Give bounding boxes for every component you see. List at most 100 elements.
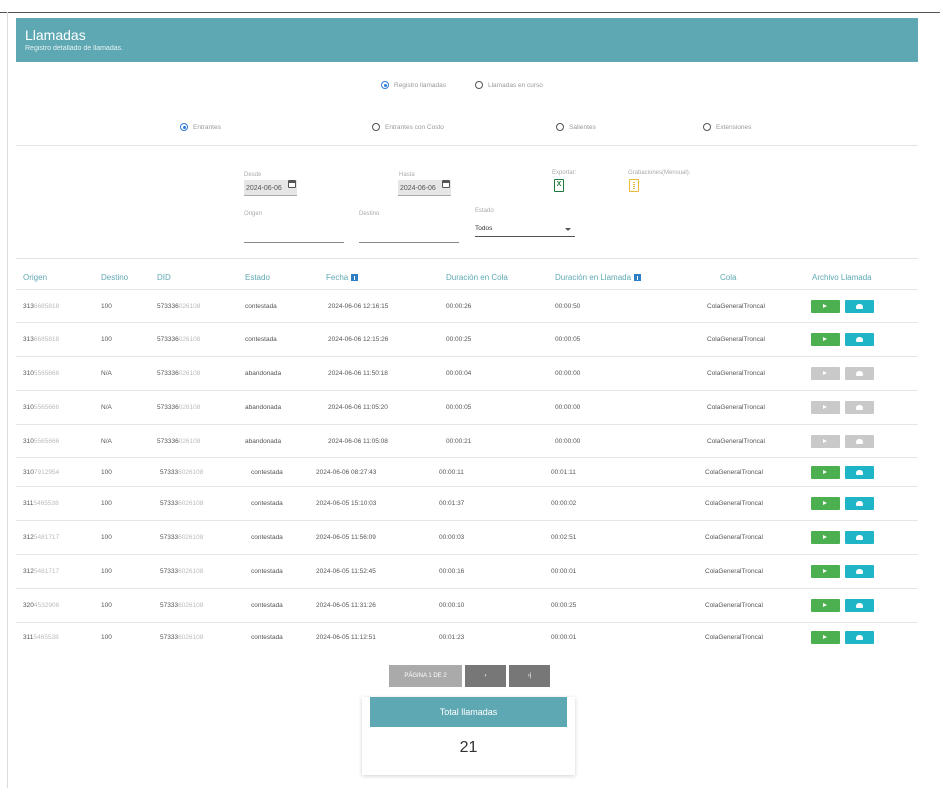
column-header-origen[interactable]: Origen [23, 273, 47, 282]
total-calls-label: Total llamadas [370, 697, 567, 727]
column-header-destino[interactable]: Destino [101, 273, 128, 282]
cell-did: 573336026108 [160, 602, 203, 609]
play-recording-button[interactable] [811, 333, 840, 346]
download-recording-button[interactable] [845, 367, 874, 380]
cell-cola: ColaGeneralTroncal [705, 634, 763, 641]
page-title: Llamadas [25, 27, 86, 43]
play-recording-button[interactable] [811, 531, 840, 544]
play-recording-button[interactable] [811, 599, 840, 612]
table-row: 3115465538 100 573336026108 contestada 2024-… [16, 622, 918, 652]
play-recording-button[interactable] [811, 631, 840, 644]
zip-download-icon[interactable] [629, 179, 639, 192]
cell-duracion-cola: 00:01:23 [439, 634, 465, 641]
did-suffix: 6026108 [178, 500, 204, 507]
column-header-did[interactable]: DID [157, 273, 171, 282]
column-header-duracion-llamada[interactable]: Duración en Llamada [555, 273, 642, 282]
info-icon[interactable] [351, 274, 359, 281]
cell-destino: 100 [101, 602, 112, 609]
origen-prefix: 310 [23, 370, 34, 377]
play-recording-button[interactable] [811, 435, 840, 448]
cell-estado: contestada [245, 303, 277, 310]
cell-duracion-cola: 00:00:16 [439, 568, 465, 575]
download-recording-button[interactable] [845, 599, 874, 612]
column-header-archivo-llamada[interactable]: Archivo Llamada [812, 273, 872, 282]
estado-selected-value: Todos [475, 225, 493, 232]
did-suffix: 026108 [178, 336, 201, 343]
cell-cola: ColaGeneralTroncal [705, 469, 763, 476]
download-recording-button[interactable] [845, 631, 874, 644]
origen-suffix: 4532906 [33, 602, 60, 609]
download-recording-button[interactable] [845, 466, 874, 479]
radio-registro-llamadas[interactable]: Registro llamadas [381, 81, 446, 89]
last-page-button[interactable]: ›| [509, 665, 550, 687]
origen-prefix: 311 [23, 500, 34, 507]
cell-duracion-cola: 00:00:10 [439, 602, 465, 609]
destino-input[interactable] [359, 242, 459, 243]
cell-duracion-llamada: 00:00:25 [551, 602, 577, 609]
cell-origen: 3125481717 [23, 568, 59, 575]
total-calls-card: Total llamadas 21 [362, 697, 575, 775]
info-icon[interactable] [634, 274, 642, 281]
radio-label: Llamadas en curso [488, 81, 543, 89]
cell-did: 573336026108 [160, 568, 203, 575]
origen-input[interactable] [244, 242, 344, 243]
radio-unchecked-icon [475, 81, 483, 89]
hasta-label: Hasta [399, 172, 415, 178]
radio-unchecked-icon [372, 123, 380, 131]
cell-estado: contestada [251, 534, 283, 541]
radio-entrantes[interactable]: Entrantes [180, 123, 221, 131]
calendar-icon[interactable] [442, 180, 450, 188]
column-header-duracion-cola[interactable]: Duración en Cola [446, 273, 508, 282]
cell-fecha: 2024-06-05 15:10:03 [316, 500, 377, 507]
cell-duracion-llamada: 00:00:05 [555, 336, 581, 343]
next-page-button[interactable]: › [465, 665, 506, 687]
cell-origen: 3136685818 [23, 336, 59, 343]
play-recording-button[interactable] [811, 497, 840, 510]
cell-fecha: 2024-06-06 12:16:15 [328, 303, 389, 310]
download-recording-button[interactable] [845, 531, 874, 544]
cell-fecha: 2024-06-05 11:52:45 [316, 568, 376, 575]
cell-duracion-llamada: 00:01:11 [551, 469, 576, 476]
cell-estado: contestada [245, 336, 277, 343]
download-recording-button[interactable] [845, 300, 874, 313]
total-calls-value: 21 [459, 739, 478, 756]
calendar-icon[interactable] [288, 180, 296, 188]
play-recording-button[interactable] [811, 401, 840, 414]
radio-entrantes-con-costo[interactable]: Entrantes con Costo [372, 123, 444, 131]
play-recording-button[interactable] [811, 565, 840, 578]
download-recording-button[interactable] [845, 565, 874, 578]
cell-origen: 3136685818 [23, 303, 59, 310]
radio-llamadas-en-curso[interactable]: Llamadas en curso [475, 81, 543, 89]
origen-prefix: 310 [23, 404, 34, 411]
excel-export-icon[interactable]: X [554, 179, 564, 192]
radio-extensiones[interactable]: Extensiones [703, 123, 751, 131]
cell-duracion-llamada: 00:00:00 [555, 438, 581, 445]
play-recording-button[interactable] [811, 300, 840, 313]
cell-fecha: 2024-06-05 11:56:09 [316, 534, 376, 541]
download-recording-button[interactable] [845, 333, 874, 346]
download-recording-button[interactable] [845, 435, 874, 448]
download-recording-button[interactable] [845, 497, 874, 510]
play-recording-button[interactable] [811, 466, 840, 479]
origen-prefix: 313 [23, 336, 34, 343]
estado-select[interactable]: Todos [475, 223, 575, 237]
cell-destino: 100 [101, 568, 112, 575]
origen-suffix: 5565666 [33, 404, 60, 411]
cell-duracion-cola: 00:01:37 [439, 500, 465, 507]
play-recording-button[interactable] [811, 367, 840, 380]
origen-label: Origen [244, 211, 263, 217]
cell-destino: N/A [101, 438, 112, 445]
cell-did: 573336026108 [160, 500, 203, 507]
radio-salientes[interactable]: Salientes [556, 123, 596, 131]
column-header-estado[interactable]: Estado [245, 273, 270, 282]
origen-prefix: 311 [23, 634, 34, 641]
column-header-cola[interactable]: Cola [720, 273, 736, 282]
download-recording-button[interactable] [845, 401, 874, 414]
cell-estado: contestada [251, 568, 283, 575]
did-prefix: 573336 [157, 404, 179, 411]
radio-checked-icon [381, 81, 389, 89]
column-header-fecha[interactable]: Fecha [326, 273, 359, 282]
cell-estado: abandonada [245, 370, 282, 377]
origen-suffix: 5465538 [33, 500, 59, 507]
radio-label: Extensiones [716, 123, 752, 131]
